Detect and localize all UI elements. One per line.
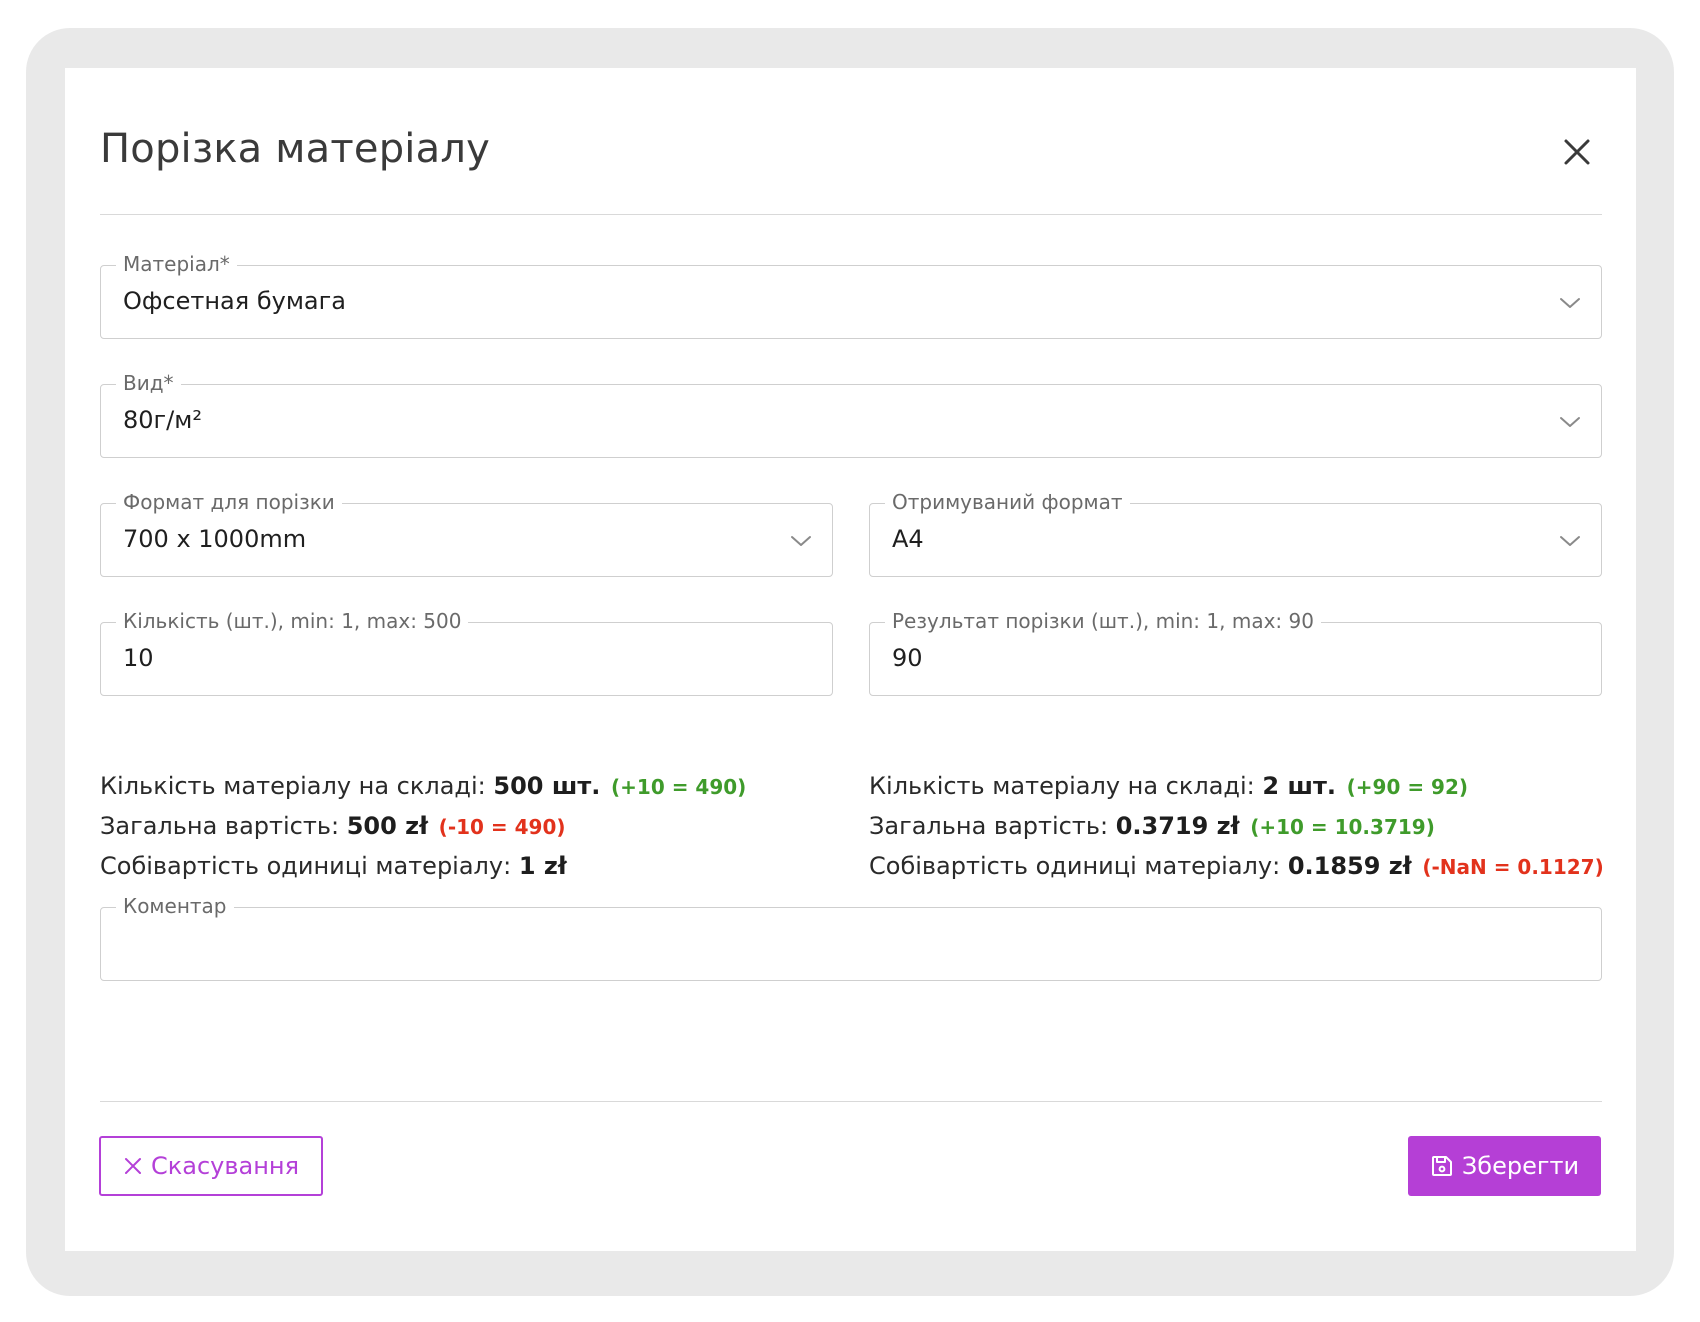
result-field[interactable]: Результат порізки (шт.), min: 1, max: 90: [869, 608, 1602, 696]
source-stock-delta: (+10 = 490): [611, 775, 747, 799]
cancel-button[interactable]: Скасування: [99, 1136, 323, 1196]
source-unit-line: Собівартість одиниці матеріалу: 1 zł: [100, 846, 567, 886]
result-input[interactable]: [892, 642, 1542, 674]
target-total-line: Загальна вартість: 0.3719 zł (+10 = 10.3…: [869, 806, 1435, 847]
target-total-label: Загальна вартість:: [869, 812, 1109, 840]
type-select[interactable]: Вид* 80г/м²: [100, 370, 1602, 458]
result-label: Результат порізки (шт.), min: 1, max: 90: [885, 608, 1321, 634]
source-stock-label: Кількість матеріалу на складі:: [100, 772, 486, 800]
type-label: Вид*: [116, 370, 181, 396]
target-unit-value: 0.1859 zł: [1287, 852, 1412, 880]
source-total-value: 500 zł: [346, 812, 429, 840]
target-format-value: A4: [892, 525, 924, 553]
source-format-value: 700 x 1000mm: [123, 525, 307, 553]
source-unit-label: Собівартість одиниці матеріалу:: [100, 852, 512, 880]
cancel-label: Скасування: [150, 1152, 300, 1180]
quantity-input[interactable]: [123, 642, 773, 674]
material-value: Офсетная бумага: [123, 287, 346, 315]
target-total-value: 0.3719 zł: [1115, 812, 1240, 840]
cut-material-dialog: Порізка матеріалу Матеріал* Офсетная бум…: [65, 68, 1636, 1251]
source-stock-value: 500 шт.: [493, 772, 601, 800]
quantity-label: Кількість (шт.), min: 1, max: 500: [116, 608, 469, 634]
target-stock-value: 2 шт.: [1262, 772, 1336, 800]
source-total-label: Загальна вартість:: [100, 812, 340, 840]
x-icon: [124, 1158, 141, 1174]
target-total-delta: (+10 = 10.3719): [1250, 815, 1435, 839]
chevron-down-icon: [791, 536, 811, 546]
material-select[interactable]: Матеріал* Офсетная бумага: [100, 251, 1602, 339]
source-stock-line: Кількість матеріалу на складі: 500 шт. (…: [100, 766, 746, 807]
floppy-disk-icon: [1431, 1156, 1452, 1176]
source-total-line: Загальна вартість: 500 zł (-10 = 490): [100, 806, 566, 847]
comment-label: Коментар: [116, 893, 234, 919]
chevron-down-icon: [1560, 298, 1580, 308]
type-value: 80г/м²: [123, 406, 202, 434]
source-format-label: Формат для порізки: [116, 489, 342, 515]
header-divider: [100, 214, 1602, 215]
target-format-select[interactable]: Отримуваний формат A4: [869, 489, 1602, 577]
target-stock-line: Кількість матеріалу на складі: 2 шт. (+9…: [869, 766, 1468, 807]
close-button[interactable]: [1555, 130, 1599, 174]
source-unit-value: 1 zł: [518, 852, 567, 880]
target-stock-delta: (+90 = 92): [1346, 775, 1469, 799]
target-stock-label: Кількість матеріалу на складі:: [869, 772, 1255, 800]
chevron-down-icon: [1560, 536, 1580, 546]
target-unit-label: Собівартість одиниці матеріалу:: [869, 852, 1281, 880]
material-label: Матеріал*: [116, 251, 237, 277]
close-icon: [1564, 139, 1590, 165]
comment-field[interactable]: Коментар: [100, 893, 1602, 981]
dialog-title: Порізка матеріалу: [100, 126, 490, 172]
save-button[interactable]: Зберегти: [1408, 1136, 1601, 1196]
source-total-delta: (-10 = 490): [438, 815, 566, 839]
chevron-down-icon: [1560, 417, 1580, 427]
target-unit-line: Собівартість одиниці матеріалу: 0.1859 z…: [869, 846, 1604, 887]
save-label: Зберегти: [1461, 1152, 1580, 1180]
source-format-select[interactable]: Формат для порізки 700 x 1000mm: [100, 489, 833, 577]
comment-input[interactable]: [123, 927, 1573, 959]
quantity-field[interactable]: Кількість (шт.), min: 1, max: 500: [100, 608, 833, 696]
target-unit-delta: (-NaN = 0.1127): [1422, 855, 1604, 879]
target-format-label: Отримуваний формат: [885, 489, 1130, 515]
footer-divider: [100, 1101, 1602, 1102]
